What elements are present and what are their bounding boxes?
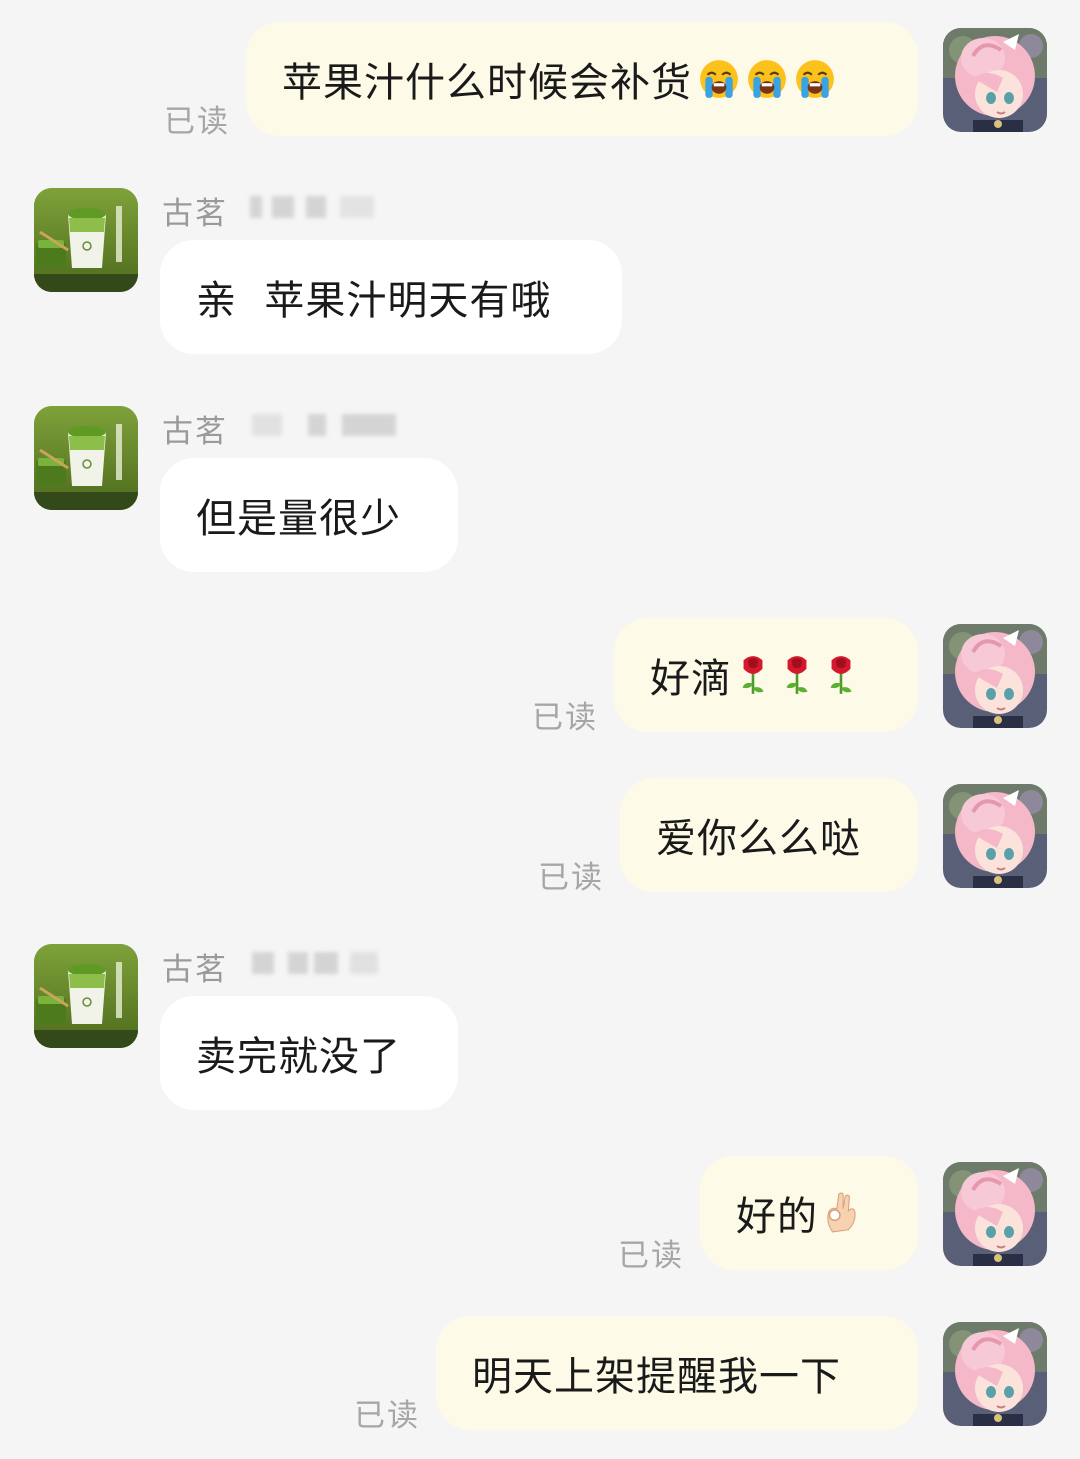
shop-avatar[interactable] (34, 406, 138, 510)
redacted-name (250, 196, 380, 218)
sender-name: 古茗 (162, 952, 228, 988)
redacted-name (252, 952, 402, 974)
read-receipt: 已读 (164, 104, 230, 140)
crying-face-icon (746, 58, 788, 100)
my-avatar[interactable] (943, 784, 1047, 888)
message-bubble[interactable]: 好滴 (614, 618, 918, 732)
message-text: 苹果汁什么时候会补货 (282, 60, 692, 106)
read-receipt: 已读 (538, 860, 604, 896)
message-bubble[interactable]: 亲 苹果汁明天有哦 (160, 240, 622, 354)
message-text: 好滴 (650, 656, 732, 702)
message-text: 但是量很少 (196, 496, 401, 542)
message-bubble[interactable]: 好的 (700, 1156, 918, 1270)
my-avatar[interactable] (943, 1322, 1047, 1426)
message-text: 卖完就没了 (196, 1034, 401, 1080)
crying-face-icon (698, 58, 740, 100)
shop-avatar[interactable] (34, 188, 138, 292)
message-text: 明天上架提醒我一下 (472, 1354, 841, 1400)
rose-icon (738, 654, 768, 696)
chat-area[interactable]: 已读 苹果汁什么时候会补货 古茗 亲 苹果汁明天有哦 古茗 但是量很少 已读 好… (0, 0, 1080, 1459)
my-avatar[interactable] (943, 28, 1047, 132)
my-avatar[interactable] (943, 1162, 1047, 1266)
ok-hand-icon (824, 1192, 858, 1234)
rose-icon (782, 654, 812, 696)
message-text: 亲 苹果汁明天有哦 (196, 278, 552, 324)
message-text: 爱你么么哒 (656, 816, 861, 862)
shop-avatar[interactable] (34, 944, 138, 1048)
rose-icon (826, 654, 856, 696)
read-receipt: 已读 (354, 1398, 420, 1434)
message-text: 好的 (736, 1194, 818, 1240)
message-bubble[interactable]: 明天上架提醒我一下 (436, 1316, 918, 1430)
message-bubble[interactable]: 爱你么么哒 (620, 778, 918, 892)
read-receipt: 已读 (618, 1238, 684, 1274)
sender-name: 古茗 (162, 196, 228, 232)
sender-name: 古茗 (162, 414, 228, 450)
crying-face-icon (794, 58, 836, 100)
my-avatar[interactable] (943, 624, 1047, 728)
read-receipt: 已读 (532, 700, 598, 736)
message-bubble[interactable]: 但是量很少 (160, 458, 458, 572)
message-bubble[interactable]: 苹果汁什么时候会补货 (246, 22, 918, 136)
message-bubble[interactable]: 卖完就没了 (160, 996, 458, 1110)
redacted-name (252, 414, 398, 436)
